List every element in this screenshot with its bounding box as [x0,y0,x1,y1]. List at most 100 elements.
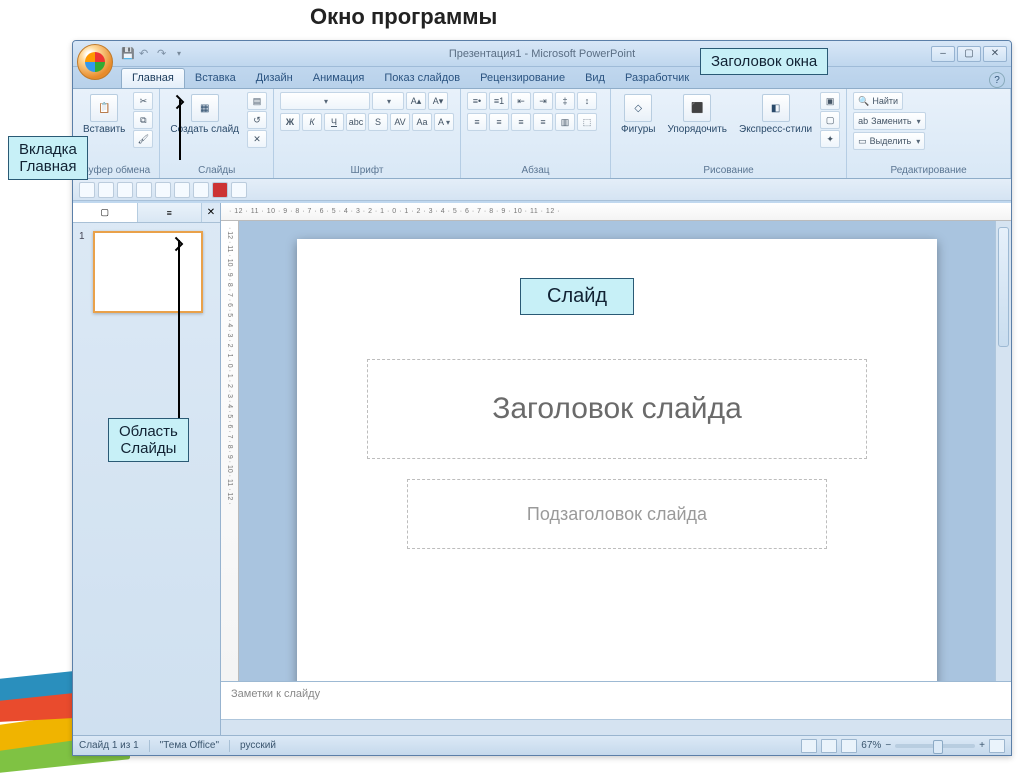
indent-inc-icon[interactable]: ⇥ [533,92,553,110]
shrink-font-icon[interactable]: A▾ [428,92,448,110]
copy-icon[interactable]: ⧉ [133,111,153,129]
minimize-button[interactable]: – [931,46,955,62]
font-color-icon[interactable]: A [434,113,454,131]
align-left-icon[interactable]: ≡ [467,113,487,131]
zoom-out-icon[interactable]: − [885,740,891,751]
sorter-view-icon[interactable] [821,739,837,753]
normal-view-icon[interactable] [801,739,817,753]
tab-slideshow[interactable]: Показ слайдов [374,69,470,88]
tool-icon-7[interactable] [193,182,209,198]
horizontal-scrollbar[interactable] [221,719,1011,735]
reset-icon[interactable]: ↺ [247,111,267,129]
select-button[interactable]: ▭Выделить [853,132,925,150]
tool-icon-1[interactable] [79,182,95,198]
maximize-button[interactable]: ▢ [957,46,981,62]
slideshow-view-icon[interactable] [841,739,857,753]
group-label-clipboard: Буфер обмена [79,163,153,178]
tool-icon-8[interactable] [212,182,228,198]
strike-icon[interactable]: abc [346,113,366,131]
format-painter-icon[interactable]: 🖌 [133,130,153,148]
arrow-slidepanel [178,240,180,418]
vertical-ruler: · 12 · 11 · 10 · 9 · 8 · 7 · 6 · 5 · 4 ·… [221,221,239,681]
change-case-icon[interactable]: Aa [412,113,432,131]
shape-fill-icon[interactable]: ▣ [820,92,840,110]
arrange-button[interactable]: ⬛ Упорядочить [663,92,731,137]
arrow-hometab [179,100,181,160]
convert-smartart-icon[interactable]: ⬚ [577,113,597,131]
replace-button[interactable]: abЗаменить [853,112,925,130]
save-icon[interactable]: 💾 [121,47,135,61]
panel-tab-outline[interactable]: ≡ [138,203,203,222]
tool-icon-3[interactable] [117,182,133,198]
group-label-font: Шрифт [280,163,454,178]
tab-home[interactable]: Главная [121,68,185,88]
app-window: 💾 ↶ ↷ Презентация1 - Microsoft PowerPoin… [72,40,1012,756]
panel-tab-slides[interactable]: ▢ [73,203,138,222]
tab-insert[interactable]: Вставка [185,69,246,88]
italic-icon[interactable]: К [302,113,322,131]
quick-styles-button[interactable]: ◧ Экспресс-стили [735,92,816,137]
bullets-icon[interactable]: ≡• [467,92,487,110]
tab-developer[interactable]: Разработчик [615,69,699,88]
subtitle-placeholder[interactable]: Подзаголовок слайда [407,479,827,549]
replace-icon: ab [858,116,868,126]
ribbon-tabs: Главная Вставка Дизайн Анимация Показ сл… [73,67,1011,89]
align-center-icon[interactable]: ≡ [489,113,509,131]
shape-outline-icon[interactable]: ▢ [820,111,840,129]
numbering-icon[interactable]: ≡1 [489,92,509,110]
find-button[interactable]: 🔍Найти [853,92,903,110]
shadow-icon[interactable]: S [368,113,388,131]
underline-icon[interactable]: Ч [324,113,344,131]
columns-icon[interactable]: ▥ [555,113,575,131]
callout-hometab: Вкладка Главная [8,136,88,180]
title-placeholder[interactable]: Заголовок слайда [367,359,867,459]
close-button[interactable]: ✕ [983,46,1007,62]
bold-icon[interactable]: Ж [280,113,300,131]
grow-font-icon[interactable]: A▴ [406,92,426,110]
tab-design[interactable]: Дизайн [246,69,303,88]
zoom-slider[interactable] [895,744,975,748]
shape-effects-icon[interactable]: ✦ [820,130,840,148]
cut-icon[interactable]: ✂ [133,92,153,110]
tab-view[interactable]: Вид [575,69,615,88]
layout-icon[interactable]: ▤ [247,92,267,110]
group-label-drawing: Рисование [617,163,840,178]
tool-icon-5[interactable] [155,182,171,198]
align-right-icon[interactable]: ≡ [511,113,531,131]
tool-icon-4[interactable] [136,182,152,198]
vertical-scrollbar[interactable] [995,221,1011,681]
zoom-in-icon[interactable]: + [979,740,985,751]
indent-dec-icon[interactable]: ⇤ [511,92,531,110]
tool-icon-9[interactable] [231,182,247,198]
slide-thumbnail-1[interactable]: 1 [79,231,214,313]
help-icon[interactable]: ? [989,72,1005,88]
text-direction-icon[interactable]: ↕ [577,92,597,110]
redo-icon[interactable]: ↷ [157,47,171,61]
status-language[interactable]: русский [240,740,276,751]
tool-icon-6[interactable] [174,182,190,198]
tool-icon-2[interactable] [98,182,114,198]
paste-button[interactable]: 📋 Вставить [79,92,129,137]
scroll-thumb[interactable] [998,227,1009,347]
ribbon-group-font: A▴ A▾ Ж К Ч abc S AV Aa A Шрифт [274,89,461,178]
shapes-button[interactable]: ◇ Фигуры [617,92,659,137]
slides-panel: ▢ ≡ ✕ 1 [73,203,221,735]
panel-close-icon[interactable]: ✕ [202,203,220,222]
undo-icon[interactable]: ↶ [139,47,153,61]
fit-to-window-icon[interactable] [989,739,1005,753]
qat-more-icon[interactable] [175,47,189,61]
font-family-select[interactable] [280,92,370,110]
notes-pane[interactable]: Заметки к слайду [221,681,1011,719]
status-slide-info: Слайд 1 из 1 [79,740,139,751]
align-justify-icon[interactable]: ≡ [533,113,553,131]
callout-slide: Слайд [520,278,634,315]
tab-animation[interactable]: Анимация [303,69,375,88]
new-slide-icon: ▦ [191,94,219,122]
office-button[interactable] [77,44,113,80]
line-spacing-icon[interactable]: ‡ [555,92,575,110]
tab-review[interactable]: Рецензирование [470,69,575,88]
char-spacing-icon[interactable]: AV [390,113,410,131]
delete-slide-icon[interactable]: ✕ [247,130,267,148]
font-size-select[interactable] [372,92,404,110]
addins-toolbar [73,179,1011,201]
